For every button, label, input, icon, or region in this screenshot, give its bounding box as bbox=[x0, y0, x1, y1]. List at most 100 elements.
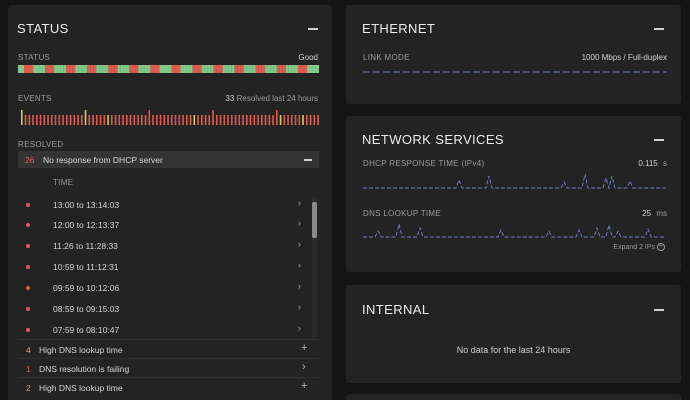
event-bar bbox=[223, 115, 226, 125]
status-bar-segment bbox=[282, 65, 286, 73]
event-bar bbox=[231, 115, 233, 125]
expand-ips-link[interactable]: Expand 2 IPs + bbox=[613, 243, 665, 251]
expanded-group-header[interactable]: 26 No response from DHCP server bbox=[18, 151, 319, 168]
status-bar-segment bbox=[45, 65, 49, 73]
status-bar-segment bbox=[33, 65, 37, 73]
chevron-right-icon[interactable]: › bbox=[302, 362, 306, 373]
event-bar bbox=[182, 115, 184, 125]
internal-empty-message: No data for the last 24 hours bbox=[456, 345, 571, 355]
event-bar bbox=[28, 115, 31, 125]
link-mode-value: 1000 Mbps / Full-duplex bbox=[581, 53, 667, 62]
status-bar-segment bbox=[315, 65, 319, 73]
status-bar-segment bbox=[126, 65, 130, 73]
event-bar bbox=[242, 115, 244, 125]
status-bar-segment bbox=[99, 65, 103, 73]
expand-plus-icon[interactable]: + bbox=[301, 343, 307, 354]
status-bar-segment bbox=[306, 65, 310, 73]
event-bar bbox=[309, 115, 312, 125]
status-bar-segment bbox=[186, 65, 190, 73]
status-bar-segment bbox=[267, 65, 271, 73]
internal-panel: INTERNAL No data for the last 24 hours bbox=[346, 285, 681, 383]
event-bar bbox=[118, 115, 121, 125]
event-group-row[interactable]: 1 DNS resolution is failing › bbox=[18, 358, 319, 376]
times-scrollbar[interactable] bbox=[312, 197, 317, 337]
event-bar bbox=[24, 115, 27, 125]
alert-dot-icon bbox=[26, 265, 30, 269]
status-bar-segment bbox=[225, 65, 229, 73]
status-bar-segment bbox=[87, 65, 91, 73]
event-bar bbox=[114, 115, 117, 125]
scrollbar-thumb[interactable] bbox=[312, 202, 317, 238]
status-bar-segment bbox=[78, 65, 82, 73]
status-bar-segment bbox=[201, 65, 205, 73]
status-bar-segment bbox=[285, 65, 289, 73]
status-bar-segment bbox=[213, 65, 217, 73]
status-bar-segment bbox=[237, 65, 241, 73]
event-group-row[interactable]: 2 High DNS lookup time + bbox=[18, 377, 319, 395]
time-row[interactable]: 12:00 to 12:13:37 › bbox=[18, 215, 313, 235]
link-mode-chart bbox=[363, 71, 667, 73]
event-bar bbox=[36, 115, 38, 125]
event-bar bbox=[302, 115, 304, 125]
event-bar bbox=[268, 115, 271, 125]
time-range: 11:26 to 11:28:33 bbox=[53, 241, 118, 251]
status-bar-segment bbox=[120, 65, 124, 73]
time-row[interactable]: 10:59 to 11:12:31 › bbox=[18, 257, 313, 277]
status-bar-segment bbox=[81, 65, 85, 73]
status-bar-segment bbox=[252, 65, 256, 73]
event-bar bbox=[317, 115, 319, 125]
events-count: 33 bbox=[225, 94, 235, 103]
time-row[interactable]: 07:59 to 08:10:47 › bbox=[18, 320, 313, 340]
alert-dot-icon bbox=[26, 328, 30, 332]
alert-dot-icon bbox=[26, 203, 30, 207]
event-bar bbox=[257, 115, 259, 125]
expanded-group-collapse-icon[interactable] bbox=[304, 159, 312, 161]
time-row[interactable]: 09:59 to 10:12:06 › bbox=[18, 278, 313, 298]
status-bar-segment bbox=[177, 65, 181, 73]
time-row[interactable]: 11:26 to 11:28:33 › bbox=[18, 236, 313, 256]
dhcp-response-label: DHCP RESPONSE TIME (IPv4) bbox=[363, 159, 485, 168]
event-bar bbox=[216, 115, 218, 125]
expand-plus-icon[interactable]: + bbox=[301, 381, 307, 392]
status-bar-segment bbox=[21, 65, 25, 73]
dns-value-number: 25 bbox=[642, 209, 652, 218]
event-bar bbox=[227, 115, 229, 125]
status-bar-segment bbox=[246, 65, 250, 73]
network-services-collapse-button[interactable] bbox=[654, 139, 664, 141]
event-bar bbox=[129, 115, 132, 125]
status-bar-segment bbox=[303, 65, 307, 73]
expanded-group-label: No response from DHCP server bbox=[43, 155, 163, 165]
chevron-right-icon: › bbox=[298, 218, 301, 228]
dns-value-unit: ms bbox=[656, 209, 667, 218]
event-bar bbox=[178, 115, 181, 125]
event-bar bbox=[88, 115, 91, 125]
event-bar bbox=[152, 115, 154, 125]
internal-collapse-button[interactable] bbox=[654, 309, 664, 311]
time-row[interactable]: 08:59 to 09:15:03 › bbox=[18, 299, 313, 319]
status-bar-segment bbox=[66, 65, 70, 73]
status-bar-segment bbox=[210, 65, 214, 73]
status-collapse-button[interactable] bbox=[308, 28, 318, 30]
event-bar bbox=[186, 115, 188, 125]
chevron-right-icon: › bbox=[298, 260, 301, 270]
event-bar bbox=[122, 115, 124, 125]
event-bar bbox=[249, 115, 252, 125]
events-summary: 33 Resolved last 24 hours bbox=[225, 94, 318, 103]
time-row[interactable]: 13:00 to 13:14:03 › bbox=[18, 195, 313, 215]
status-bar-segment bbox=[189, 65, 193, 73]
status-bar-segment bbox=[150, 65, 154, 73]
event-group-label: High DNS lookup time bbox=[39, 383, 123, 393]
status-bar-segment bbox=[279, 65, 283, 73]
status-bar-segment bbox=[48, 65, 52, 73]
event-bar bbox=[92, 115, 94, 125]
status-bar-segment bbox=[39, 65, 43, 73]
status-bar-segment bbox=[240, 65, 244, 73]
event-bar bbox=[159, 115, 162, 125]
event-bar bbox=[283, 115, 286, 125]
event-bar bbox=[54, 115, 57, 125]
event-bar bbox=[77, 115, 79, 125]
ethernet-collapse-button[interactable] bbox=[654, 28, 664, 30]
event-bar bbox=[219, 115, 222, 125]
event-bar bbox=[212, 110, 214, 125]
event-group-row[interactable]: 4 High DNS lookup time + bbox=[18, 339, 319, 357]
